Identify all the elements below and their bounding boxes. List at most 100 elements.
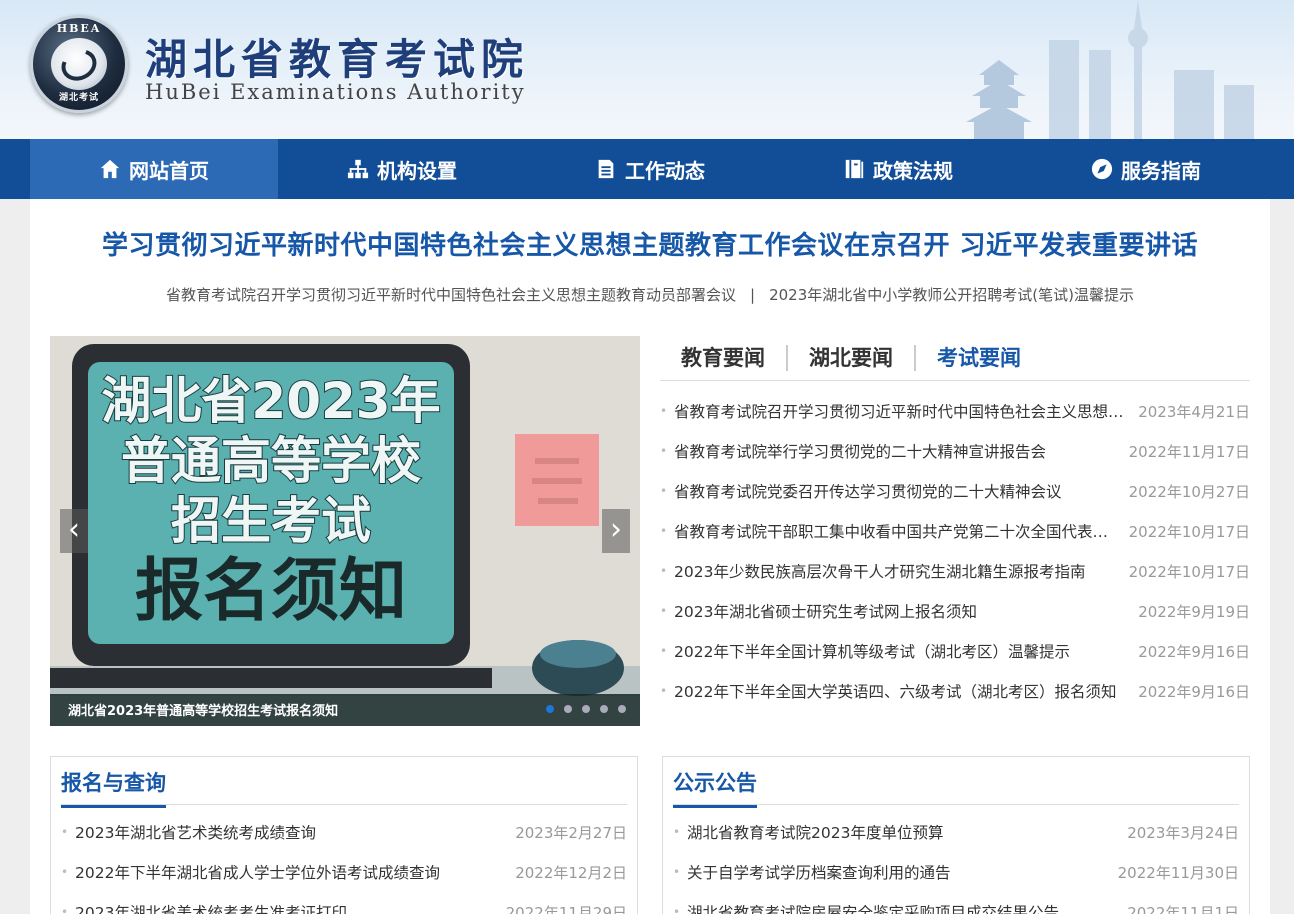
slider-dot[interactable] xyxy=(600,705,608,713)
list-item[interactable]: • 省教育考试院党委召开传达学习贯彻党的二十大精神会议 2022年10月27日 xyxy=(660,471,1250,511)
news-date: 2023年4月21日 xyxy=(1138,402,1250,421)
box-title[interactable]: 报名与查询 xyxy=(61,767,166,808)
sub-headline-link-2[interactable]: 2023年湖北省中小学教师公开招聘考试(笔试)温馨提示 xyxy=(769,286,1134,304)
site-header: HBEA 湖北考试 湖北省教育考试院 HuBei Examinations Au… xyxy=(0,0,1294,139)
slider-next-button[interactable]: › xyxy=(602,509,630,553)
bullet-icon: • xyxy=(61,905,69,914)
list-item[interactable]: • 2022年下半年全国大学英语四、六级考试（湖北考区）报名须知 2022年9月16… xyxy=(660,671,1250,711)
slider-dots xyxy=(546,705,626,713)
box-header: 公示公告 xyxy=(673,757,1239,808)
nav-label: 政策法规 xyxy=(873,158,953,183)
slider-dot[interactable] xyxy=(582,705,590,713)
logo-emblem xyxy=(51,38,107,90)
book-icon xyxy=(845,159,864,179)
list-item[interactable]: • 省教育考试院举行学习贯彻党的二十大精神宣讲报告会 2022年11月17日 xyxy=(660,431,1250,471)
item-title[interactable]: 湖北省教育考试院2023年度单位预算 xyxy=(687,821,1127,843)
sub-headlines: 省教育考试院召开学习贯彻习近平新时代中国特色社会主义思想主题教育动员部署会议 | 2… xyxy=(30,284,1270,305)
slide-text-line1: 湖北省2023年 xyxy=(101,372,440,430)
slider-caption[interactable]: 湖北省2023年普通高等学校招生考试报名须知 xyxy=(68,700,338,719)
logo-text-top: HBEA xyxy=(56,22,102,35)
site-logo[interactable]: HBEA 湖北考试 xyxy=(30,15,128,113)
nav-item-work-news[interactable]: 工作动态 xyxy=(526,139,774,199)
bullet-icon: • xyxy=(660,564,668,578)
news-title[interactable]: 省教育考试院举行学习贯彻党的二十大精神宣讲报告会 xyxy=(674,440,1129,462)
image-slider[interactable]: 湖北省2023年 普通高等学校 招生考试 报名须知 ‹ › 湖北省2023年普通… xyxy=(50,336,640,726)
item-title[interactable]: 湖北省教育考试院房屋安全鉴定采购项目成交结果公告 xyxy=(687,901,1127,914)
nav-label: 网站首页 xyxy=(129,158,209,183)
bullet-icon: • xyxy=(61,825,69,839)
item-date: 2023年3月24日 xyxy=(1127,823,1239,842)
announcements-list: • 湖北省教育考试院2023年度单位预算 2023年3月24日 • 关于自学考试学历档… xyxy=(673,812,1239,914)
list-item[interactable]: • 省教育考试院干部职工集中收看中国共产党第二十次全国代表大会开幕会 2022年10… xyxy=(660,511,1250,551)
slide-image[interactable]: 湖北省2023年 普通高等学校 招生考试 报名须知 xyxy=(50,336,640,726)
news-tabs: 教育要闻 湖北要闻 考试要闻 xyxy=(660,336,1250,381)
slider-dot[interactable] xyxy=(564,705,572,713)
bullet-icon: • xyxy=(660,444,668,458)
list-item[interactable]: • 2022年下半年湖北省成人学士学位外语考试成绩查询 2022年12月2日 xyxy=(61,852,627,892)
bullet-icon: • xyxy=(673,825,681,839)
list-item[interactable]: • 2023年湖北省美术统考考生准考证打印 2022年11月29日 xyxy=(61,892,627,914)
news-title[interactable]: 省教育考试院党委召开传达学习贯彻党的二十大精神会议 xyxy=(674,480,1129,502)
nav-label: 工作动态 xyxy=(625,158,705,183)
box-title[interactable]: 公示公告 xyxy=(673,767,757,808)
list-item[interactable]: • 湖北省教育考试院2023年度单位预算 2023年3月24日 xyxy=(673,812,1239,852)
news-title[interactable]: 2022年下半年全国计算机等级考试（湖北考区）温馨提示 xyxy=(674,640,1138,662)
news-title[interactable]: 2023年湖北省硕士研究生考试网上报名须知 xyxy=(674,600,1138,622)
nav-item-policy[interactable]: 政策法规 xyxy=(774,139,1022,199)
news-title[interactable]: 省教育考试院干部职工集中收看中国共产党第二十次全国代表大会开幕会 xyxy=(674,520,1129,542)
list-item[interactable]: • 省教育考试院召开学习贯彻习近平新时代中国特色社会主义思想主题教育动员部署会议2… xyxy=(660,391,1250,431)
main-content: 学习贯彻习近平新时代中国特色社会主义思想主题教育工作会议在京召开 习近平发表重要… xyxy=(30,199,1270,914)
bullet-icon: • xyxy=(660,684,668,698)
tab-hubei-news[interactable]: 湖北要闻 xyxy=(788,345,916,371)
list-item[interactable]: • 2022年下半年全国计算机等级考试（湖北考区）温馨提示 2022年9月16日 xyxy=(660,631,1250,671)
sub-headline-link-1[interactable]: 省教育考试院召开学习贯彻习近平新时代中国特色社会主义思想主题教育动员部署会议 xyxy=(166,286,736,304)
news-panel: 教育要闻 湖北要闻 考试要闻 • 省教育考试院召开学习贯彻习近平新时代中国特色社会… xyxy=(660,336,1250,726)
news-date: 2022年9月16日 xyxy=(1138,642,1250,661)
item-date: 2022年11月30日 xyxy=(1117,863,1239,882)
news-date: 2022年11月17日 xyxy=(1128,442,1250,461)
nav-item-organization[interactable]: 机构设置 xyxy=(278,139,526,199)
slide-text-line2: 普通高等学校 xyxy=(121,432,421,490)
home-icon xyxy=(100,159,120,179)
compass-icon xyxy=(1091,158,1113,180)
bullet-icon: • xyxy=(61,865,69,879)
item-date: 2022年12月2日 xyxy=(515,863,627,882)
bullet-icon: • xyxy=(673,905,681,914)
news-title[interactable]: 2022年下半年全国大学英语四、六级考试（湖北考区）报名须知 xyxy=(674,680,1138,702)
bullet-icon: • xyxy=(660,524,668,538)
slider-prev-button[interactable]: ‹ xyxy=(60,509,88,553)
news-title[interactable]: 2023年少数民族高层次骨干人才研究生湖北籍生源报考指南 xyxy=(674,560,1129,582)
nav-item-home[interactable]: 网站首页 xyxy=(30,139,278,199)
list-item[interactable]: • 湖北省教育考试院房屋安全鉴定采购项目成交结果公告 2022年11月1日 xyxy=(673,892,1239,914)
city-skyline-illustration xyxy=(966,0,1254,139)
news-date: 2022年10月27日 xyxy=(1128,482,1250,501)
bullet-icon: • xyxy=(660,404,668,418)
item-title[interactable]: 2023年湖北省美术统考考生准考证打印 xyxy=(75,901,506,914)
item-date: 2023年2月27日 xyxy=(515,823,627,842)
news-list: •省教育考试院召开学习贯彻习近平新时代中国特色社会主义思想主题教育动员部署会议2… xyxy=(660,391,1250,711)
tab-education-news[interactable]: 教育要闻 xyxy=(660,345,788,371)
slide-text-line3: 招生考试 xyxy=(171,492,371,550)
slider-dot[interactable] xyxy=(546,705,554,713)
list-item[interactable]: • 关于自学考试学历档案查询利用的通告 2022年11月30日 xyxy=(673,852,1239,892)
document-icon xyxy=(598,159,614,179)
item-title[interactable]: 2023年湖北省艺术类统考成绩查询 xyxy=(75,821,515,843)
list-item[interactable]: • 2023年少数民族高层次骨干人才研究生湖北籍生源报考指南 2022年10月17日 xyxy=(660,551,1250,591)
list-item[interactable]: • 2023年湖北省艺术类统考成绩查询 2023年2月27日 xyxy=(61,812,627,852)
headline-link[interactable]: 学习贯彻习近平新时代中国特色社会主义思想主题教育工作会议在京召开 习近平发表重要… xyxy=(30,225,1270,262)
site-title-english: HuBei Examinations Authority xyxy=(145,80,526,104)
bullet-icon: • xyxy=(660,604,668,618)
nav-item-service-guide[interactable]: 服务指南 xyxy=(1022,139,1270,199)
slider-dot[interactable] xyxy=(618,705,626,713)
list-item[interactable]: • 2023年湖北省硕士研究生考试网上报名须知 2022年9月19日 xyxy=(660,591,1250,631)
news-title[interactable]: 省教育考试院召开学习贯彻习近平新时代中国特色社会主义思想主题教育动员部署会议 xyxy=(674,400,1138,422)
bullet-icon: • xyxy=(673,865,681,879)
slide-text-line4: 报名须知 xyxy=(135,552,407,631)
tab-exam-news[interactable]: 考试要闻 xyxy=(916,345,1042,371)
logo-mark-icon xyxy=(56,43,102,87)
news-date: 2022年9月19日 xyxy=(1138,602,1250,621)
item-title[interactable]: 关于自学考试学历档案查询利用的通告 xyxy=(687,861,1118,883)
logo-text-bottom: 湖北考试 xyxy=(58,93,99,103)
sub-headline-separator: | xyxy=(750,286,756,304)
item-title[interactable]: 2022年下半年湖北省成人学士学位外语考试成绩查询 xyxy=(75,861,515,883)
